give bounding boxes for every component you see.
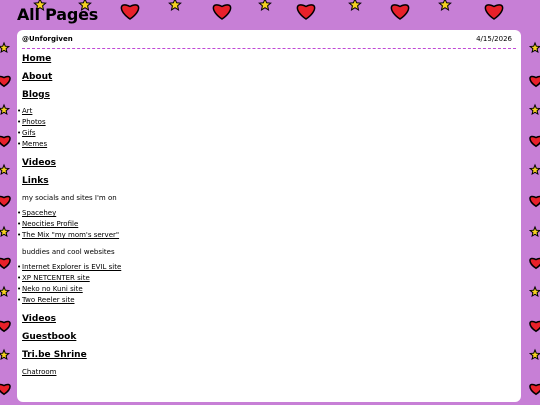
content-card: @Unforgiven 4/15/2026 Home About Blogs A… [17, 30, 521, 402]
socials-list: Spacehey Neocities Profile The Mix "my m… [17, 208, 516, 241]
buddies-text: buddies and cool websites [22, 248, 115, 256]
socials-text: my socials and sites I'm on [22, 194, 117, 202]
username: @Unforgiven [22, 35, 73, 43]
date: 4/15/2026 [476, 35, 512, 43]
link-xp-netcenter[interactable]: XP NETCENTER site [22, 273, 516, 284]
link-the-mix[interactable]: The Mix "my mom's server" [22, 230, 516, 241]
link-neocities[interactable]: Neocities Profile [22, 219, 516, 230]
link-videos-2[interactable]: Videos [22, 314, 516, 324]
link-home[interactable]: Home [22, 54, 516, 64]
card-header: @Unforgiven 4/15/2026 [22, 34, 516, 49]
link-videos[interactable]: Videos [22, 158, 516, 168]
link-art[interactable]: Art [22, 106, 516, 117]
link-guestbook[interactable]: Guestbook [22, 332, 516, 342]
page-title: All Pages [17, 5, 99, 24]
link-about[interactable]: About [22, 72, 516, 82]
link-two-reeler[interactable]: Two Reeler site [22, 295, 516, 306]
link-ie-evil[interactable]: Internet Explorer is EVIL site [22, 262, 516, 273]
link-gifs[interactable]: Gifs [22, 128, 516, 139]
link-blogs[interactable]: Blogs [22, 90, 516, 100]
link-photos[interactable]: Photos [22, 117, 516, 128]
blogs-list: Art Photos Gifs Memes [17, 106, 516, 150]
link-memes[interactable]: Memes [22, 139, 516, 150]
buddies-list: Internet Explorer is EVIL site XP NETCEN… [17, 262, 516, 306]
link-links[interactable]: Links [22, 176, 516, 186]
link-chatroom[interactable]: Chatroom [22, 368, 516, 376]
link-shrine[interactable]: Tri.be Shrine [22, 350, 516, 360]
link-spacehey[interactable]: Spacehey [22, 208, 516, 219]
link-neko-no-kuni[interactable]: Neko no Kuni site [22, 284, 516, 295]
page-list: Home About Blogs Art Photos Gifs Memes V… [17, 54, 516, 376]
